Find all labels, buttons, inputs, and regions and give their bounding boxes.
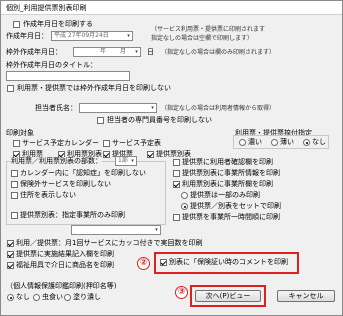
company-stamp-radio[interactable] bbox=[303, 139, 310, 146]
print-target-checkbox[interactable] bbox=[103, 151, 110, 158]
left-option-label: 保険外サービスを印刷しない bbox=[20, 180, 111, 188]
creation-date-note: （サービス利用票・提供票に印刷されます bbox=[151, 26, 266, 33]
other-date-title-input[interactable] bbox=[6, 71, 130, 81]
right-option-radio[interactable] bbox=[181, 203, 188, 210]
title-bar: 個別_利用提供票別表印刷 bbox=[1, 1, 342, 15]
right-option-radio[interactable] bbox=[181, 192, 188, 199]
step-three-marker: ③ bbox=[175, 286, 188, 299]
right-option-label: 提供票を事業所一時間順に印刷 bbox=[182, 213, 280, 221]
manager-select[interactable]: ▾ bbox=[79, 103, 157, 113]
other-date-day: 日 bbox=[147, 48, 154, 56]
left-option-label: 住所を表示しない bbox=[20, 191, 76, 199]
right-option-label: 提供票別表に事業所情報を印刷 bbox=[182, 169, 280, 177]
print-target-checkbox[interactable] bbox=[13, 140, 20, 147]
comment-print-label: 別表に「保険証い時のコメントを印刷 bbox=[169, 258, 288, 266]
attachment-designated-label: 提供票別表：指定事業所のみ印刷 bbox=[20, 211, 125, 219]
company-stamp-radio[interactable] bbox=[239, 139, 246, 146]
print-target-item: サービス予定表 bbox=[112, 139, 161, 147]
bottom-option-checkbox[interactable] bbox=[7, 262, 14, 269]
other-date-label: 枠外作成年月日： bbox=[6, 48, 62, 56]
calendar-dropdown-icon[interactable]: ▾ bbox=[125, 32, 132, 40]
print-dialog-window: 個別_利用提供票別表印刷 作成年月日を印刷する 作成年月日： 平成 27年09月… bbox=[0, 0, 343, 316]
stamp-label: （個人情報保護印鑑印刷(押印名等) bbox=[6, 282, 117, 290]
right-option-label: 提供票／別表をセットで印刷 bbox=[190, 202, 281, 210]
step-two-marker: ② bbox=[137, 257, 150, 270]
other-date-title-label: 枠外作成年月日のタイトル： bbox=[6, 61, 97, 69]
creation-date-print-checkbox[interactable] bbox=[13, 21, 20, 28]
right-option-checkbox[interactable] bbox=[173, 181, 180, 188]
chevron-down-icon[interactable]: ▾ bbox=[149, 104, 156, 112]
other-date-note: （指定なしの場合は欄のみ印刷されます） bbox=[161, 49, 276, 56]
bottom-option-checkbox[interactable] bbox=[7, 240, 14, 247]
copies-select[interactable]: 1部 ▾ bbox=[115, 156, 137, 166]
print-target-label: 印刷対象 bbox=[6, 129, 34, 137]
left-option-checkbox[interactable] bbox=[11, 181, 18, 188]
bottom-option-label: 福祉用具で介日に商品名を印刷 bbox=[16, 261, 114, 269]
no-print-other-date-checkbox[interactable] bbox=[7, 85, 14, 92]
right-option-checkbox[interactable] bbox=[173, 214, 180, 221]
designated-office-select[interactable]: ▾ bbox=[71, 225, 161, 235]
company-stamp-radio[interactable] bbox=[271, 139, 278, 146]
left-option-checkbox[interactable] bbox=[11, 192, 18, 199]
cancel-button[interactable]: キャンセル bbox=[277, 290, 335, 302]
right-option-label: 提供票に利用者確認欄を印刷 bbox=[182, 158, 273, 166]
right-option-checkbox[interactable] bbox=[173, 159, 180, 166]
print-target-checkbox[interactable] bbox=[103, 140, 110, 147]
bottom-option-label: 利用／提供票：月1回サービスにカッコ付きで実回数を印刷 bbox=[16, 239, 203, 247]
stamp-radio[interactable] bbox=[33, 294, 40, 301]
creation-date-input[interactable]: 平成 27年09月24日 ▾ bbox=[51, 31, 133, 41]
company-stamp-option: 濃い bbox=[248, 138, 262, 146]
next-preview-button[interactable]: 次へ(P)ビュー bbox=[195, 290, 261, 302]
chevron-down-icon[interactable]: ▾ bbox=[129, 157, 136, 165]
manager-note: （指定なしの場合は利用者情報から取得） bbox=[161, 105, 276, 112]
creation-date-label: 作成年月日： bbox=[6, 32, 48, 40]
bottom-option-checkbox[interactable] bbox=[7, 251, 14, 258]
company-stamp-option: 薄い bbox=[280, 138, 294, 146]
copies-label: 利用票／利用票別表の部数： bbox=[11, 157, 102, 166]
specialist-number-checkbox[interactable] bbox=[97, 117, 104, 124]
window-title: 個別_利用提供票別表印刷 bbox=[6, 4, 87, 12]
right-option-label: 提供票は一部のみ印刷 bbox=[190, 191, 260, 199]
left-option-checkbox[interactable] bbox=[11, 170, 18, 177]
company-stamp-option: なし bbox=[312, 138, 326, 146]
stamp-option: 塗り潰し bbox=[73, 293, 101, 301]
right-option-label: 利用票別表に事業所欄を印刷 bbox=[182, 180, 273, 188]
stamp-option: 虫食い bbox=[42, 293, 63, 301]
no-print-other-date-label: 利用票・提供票では枠外作成年月日を印刷しない bbox=[17, 84, 171, 92]
chevron-down-icon[interactable]: ▾ bbox=[153, 226, 160, 234]
manager-label: 担当者氏名： bbox=[35, 104, 77, 112]
right-option-checkbox[interactable] bbox=[173, 170, 180, 177]
comment-print-checkbox[interactable] bbox=[160, 259, 167, 266]
specialist-number-label: 担当者の専門員番号を印刷しない bbox=[107, 116, 212, 124]
other-date-input[interactable]: 年 月 ▾ bbox=[73, 47, 141, 57]
stamp-radio[interactable] bbox=[7, 294, 14, 301]
bottom-option-label: 提供票に実施結果記入欄を印刷 bbox=[16, 250, 114, 258]
creation-date-print-label: 作成年月日を印刷する bbox=[23, 20, 93, 28]
chevron-down-icon[interactable]: ▾ bbox=[133, 48, 140, 56]
print-target-checkbox[interactable] bbox=[147, 151, 154, 158]
print-target-item: サービス予定カレンダー bbox=[22, 139, 99, 147]
stamp-option: なし bbox=[16, 293, 30, 301]
creation-date-note2: 指定なしの場合は空欄で印刷します） bbox=[151, 35, 254, 42]
left-option-label: カレンダー内に「認知症」を印刷しない bbox=[20, 169, 146, 177]
attachment-designated-checkbox[interactable] bbox=[11, 212, 18, 219]
stamp-radio[interactable] bbox=[64, 294, 71, 301]
